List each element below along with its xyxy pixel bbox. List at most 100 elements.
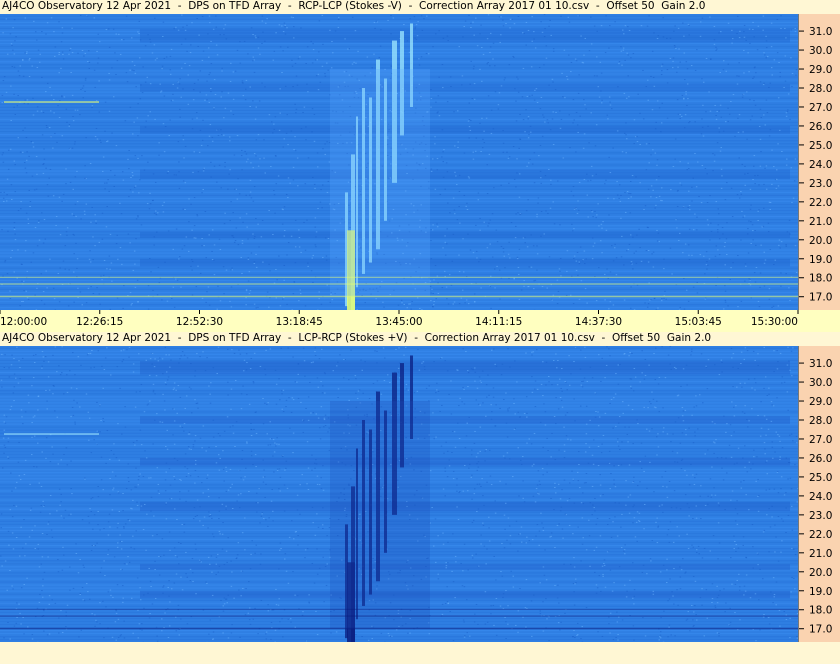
noise-speck: [383, 379, 386, 381]
noise-speck: [99, 602, 101, 604]
noise-speck: [688, 515, 690, 517]
noise-speck: [134, 263, 136, 265]
noise-speck: [213, 107, 215, 109]
noise-speck: [666, 486, 668, 488]
noise-speck: [131, 69, 134, 71]
noise-speck: [609, 25, 611, 27]
noise-speck: [184, 38, 187, 40]
noise-speck: [437, 535, 439, 537]
noise-speck: [628, 29, 631, 31]
noise-speck: [592, 216, 594, 218]
noise-speck: [313, 140, 316, 142]
noise-speck: [107, 591, 110, 593]
noise-speck: [719, 72, 721, 74]
noise-speck: [632, 53, 635, 55]
noise-speck: [793, 180, 796, 182]
noise-speck: [539, 144, 542, 146]
noise-speck: [100, 567, 103, 569]
noise-speck: [205, 257, 207, 259]
noise-speck: [749, 597, 752, 599]
noise-speck: [601, 227, 603, 229]
noise-speck: [566, 75, 568, 77]
noise-speck: [229, 140, 231, 142]
noise-speck: [786, 231, 789, 233]
noise-speck: [458, 405, 460, 407]
noise-speck: [619, 449, 621, 451]
noise-speck: [506, 436, 509, 438]
noise-speck: [343, 359, 345, 361]
noise-speck: [666, 569, 668, 571]
noise-speck: [115, 639, 117, 641]
noise-speck: [404, 346, 407, 348]
noise-speck: [509, 257, 511, 259]
noise-speck: [496, 265, 498, 267]
noise-speck: [478, 483, 481, 485]
noise-speck: [519, 588, 521, 590]
noise-speck: [61, 569, 64, 571]
noise-speck: [184, 466, 186, 468]
noise-speck: [662, 17, 664, 19]
noise-speck: [158, 154, 160, 156]
noise-speck: [305, 139, 307, 141]
noise-speck: [278, 488, 280, 490]
noise-speck: [206, 80, 208, 82]
noise-speck: [534, 47, 537, 49]
noise-speck: [202, 524, 204, 526]
noise-speck: [641, 350, 643, 352]
noise-speck: [263, 469, 265, 471]
spectrogram-band: [0, 396, 798, 398]
noise-speck: [224, 212, 226, 214]
noise-speck: [769, 82, 772, 84]
noise-speck: [283, 206, 286, 208]
noise-speck: [692, 474, 694, 476]
noise-speck: [230, 632, 233, 634]
noise-speck: [430, 240, 432, 242]
noise-speck: [14, 239, 17, 241]
noise-speck: [507, 623, 509, 625]
noise-speck: [236, 554, 239, 556]
noise-speck: [665, 582, 668, 584]
noise-speck: [713, 43, 716, 45]
noise-speck: [780, 518, 783, 520]
noise-speck: [6, 589, 8, 591]
noise-speck: [720, 359, 723, 361]
noise-speck: [493, 187, 495, 189]
noise-speck: [108, 46, 111, 48]
noise-speck: [610, 473, 612, 475]
noise-speck: [282, 298, 284, 300]
noise-speck: [465, 205, 467, 207]
noise-speck: [42, 500, 44, 502]
noise-speck: [533, 594, 535, 596]
noise-speck: [630, 286, 632, 288]
noise-speck: [4, 354, 6, 356]
noise-speck: [114, 174, 116, 176]
noise-speck: [757, 210, 759, 212]
noise-speck: [269, 297, 271, 299]
noise-speck: [482, 522, 484, 524]
noise-speck: [272, 510, 274, 512]
noise-speck: [194, 440, 196, 442]
noise-speck: [743, 31, 745, 33]
noise-speck: [384, 357, 386, 359]
noise-speck: [753, 36, 755, 38]
spectrogram-band: [140, 361, 790, 375]
noise-speck: [19, 151, 22, 153]
noise-speck: [785, 37, 787, 39]
noise-speck: [520, 213, 523, 215]
noise-speck: [791, 201, 793, 203]
noise-speck: [748, 461, 751, 463]
noise-speck: [180, 43, 183, 45]
noise-speck: [254, 552, 256, 554]
noise-speck: [711, 466, 713, 468]
noise-speck: [146, 203, 149, 205]
noise-speck: [97, 524, 99, 526]
noise-speck: [191, 229, 193, 231]
noise-speck: [323, 417, 326, 419]
noise-speck: [304, 375, 306, 377]
spectrogram-band: [140, 258, 790, 267]
noise-speck: [206, 474, 209, 476]
noise-speck: [6, 178, 9, 180]
noise-speck: [434, 136, 436, 138]
noise-speck: [88, 522, 91, 524]
noise-speck: [301, 474, 304, 476]
